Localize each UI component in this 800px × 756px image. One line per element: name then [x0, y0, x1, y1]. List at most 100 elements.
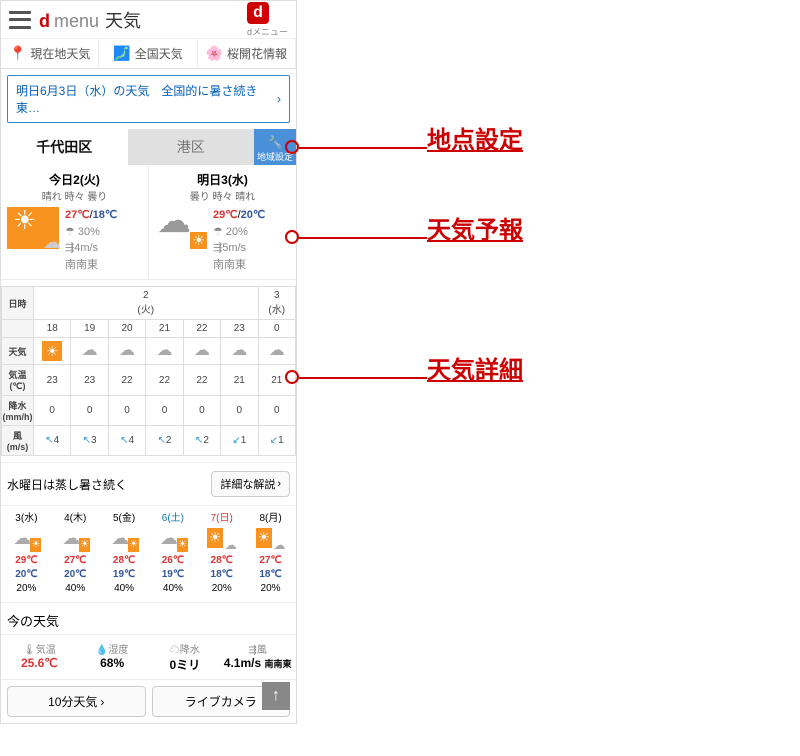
news-banner[interactable]: 明日6月3日（水）の天気 全国的に暑さ続き東… ›: [7, 75, 290, 123]
tomorrow-title: 明日3(水): [155, 171, 290, 188]
detail-btn-label: 詳細な解説: [220, 476, 275, 492]
week-pop: 40%: [149, 582, 196, 596]
app-logo: dmenu 天気: [39, 7, 141, 33]
week-hi: 29℃: [3, 554, 50, 568]
cloudy-icon: [155, 207, 207, 249]
wind-arrow-icon: ↙: [232, 435, 240, 446]
sakura-icon: 🌸: [206, 45, 223, 62]
chevron-right-icon: ›: [100, 695, 104, 709]
live-camera-label: ライブカメラ: [185, 693, 257, 710]
wind-cell: 1: [278, 435, 284, 446]
now-temp-val: 25.6℃: [3, 656, 76, 670]
week-pop: 20%: [247, 582, 294, 596]
hour-cell: 18: [34, 320, 71, 338]
wind-arrow-icon: ↙: [270, 435, 278, 446]
rain-cell: 0: [146, 396, 183, 426]
banner-text: 明日6月3日（水）の天気 全国的に暑さ続き東…: [16, 82, 277, 116]
cloud-icon: ☁: [117, 341, 137, 361]
weather-icon: [60, 528, 90, 552]
dmenu-badge[interactable]: d dメニュー: [247, 2, 288, 38]
hour-cell: 23: [221, 320, 258, 338]
week-date: 5(金): [101, 512, 148, 526]
week-lo: 20℃: [52, 568, 99, 582]
hour-cell: 20: [108, 320, 145, 338]
week-day[interactable]: 3(水) 29℃ 20℃ 20%: [3, 512, 50, 596]
tab-sakura[interactable]: 🌸桜開花情報: [198, 39, 296, 68]
week-hi: 27℃: [52, 554, 99, 568]
today-desc: 晴れ 時々 曇り: [7, 188, 142, 203]
cloud-icon: ☁: [267, 341, 287, 361]
logo-menu: menu: [54, 11, 99, 32]
wind-cell: 4: [54, 435, 60, 446]
today-hi: 27℃: [65, 209, 90, 221]
hour-cell: 0: [258, 320, 295, 338]
temp-cell: 23: [71, 365, 108, 396]
week-lo: 20℃: [3, 568, 50, 582]
date-cell: 2 (火): [34, 287, 259, 320]
now-temp: 🌡気温25.6℃: [3, 641, 76, 673]
now-rain-label: 降水: [180, 645, 200, 656]
week-pop: 20%: [198, 582, 245, 596]
week-day[interactable]: 4(木) 27℃ 20℃ 40%: [52, 512, 99, 596]
week-date: 7(日): [198, 512, 245, 526]
annotation-detail: 天気詳細: [427, 350, 800, 385]
wind-cell: 4: [128, 435, 134, 446]
hourly-table: 日時 2 (火) 3 (水) 1819202122230 天気 ☀ ☁☁☁☁☁☁…: [1, 286, 296, 456]
now-humidity: 💧湿度68%: [76, 641, 149, 673]
wind-cell: 2: [203, 435, 209, 446]
summary-text: 水曜日は蒸し暑さ続く: [7, 476, 127, 493]
weather-icon: [256, 528, 286, 552]
now-hum-val: 68%: [76, 656, 149, 670]
detail-commentary-button[interactable]: 詳細な解説 ›: [211, 471, 290, 497]
callout-line: [299, 377, 427, 379]
week-date: 6(土): [149, 512, 196, 526]
dmenu-badge-label: dメニュー: [247, 25, 288, 38]
scroll-top-button[interactable]: ↑: [262, 682, 290, 710]
tomorrow-dir: 南南東: [213, 259, 246, 271]
week-day[interactable]: 6(土) 26℃ 19℃ 40%: [149, 512, 196, 596]
now-wind-dir: 南南東: [264, 659, 291, 669]
today-stats: 27℃/18℃ ☂ 30% ⇶4m/s南南東: [65, 207, 142, 273]
location-tab-chiyoda[interactable]: 千代田区: [1, 129, 128, 165]
row-hours: 1819202122230: [2, 320, 296, 338]
rain-cell: 0: [221, 396, 258, 426]
wind-cell: 3: [91, 435, 97, 446]
week-date: 4(木): [52, 512, 99, 526]
wind-arrow-icon: ↖: [45, 435, 53, 446]
now-hum-label: 湿度: [108, 645, 128, 656]
menu-icon[interactable]: [9, 11, 31, 29]
now-wind: ⇶風4.1m/s 南南東: [221, 641, 294, 673]
today-card[interactable]: 今日2(火) 晴れ 時々 曇り 27℃/18℃ ☂ 30% ⇶4m/s南南東: [1, 165, 149, 279]
rowlabel-temp: 気温 (℃): [2, 365, 34, 396]
tomorrow-wind: 5m/s: [222, 242, 246, 254]
hour-cell: 19: [71, 320, 108, 338]
row-rain: 降水 (mm/h) 0000000: [2, 396, 296, 426]
wind-arrow-icon: ↖: [83, 435, 91, 446]
wind-arrow-icon: ↖: [158, 435, 166, 446]
annotation-panel: 地点設定 天気予報 天気詳細: [297, 0, 800, 724]
location-tab-minato[interactable]: 港区: [128, 129, 255, 165]
week-day[interactable]: 8(月) 27℃ 18℃ 20%: [247, 512, 294, 596]
app-header: dmenu 天気 d dメニュー: [1, 1, 296, 39]
temp-cell: 22: [183, 365, 220, 396]
rowlabel-wind: 風 (m/s): [2, 426, 34, 456]
tomorrow-card[interactable]: 明日3(水) 曇り 時々 晴れ 29℃/20℃ ☂ 20% ⇶5m/s南南東: [149, 165, 296, 279]
callout-dot: [285, 370, 299, 384]
week-day[interactable]: 7(日) 28℃ 18℃ 20%: [198, 512, 245, 596]
hour-cell: 21: [146, 320, 183, 338]
ten-minute-button[interactable]: 10分天気 ›: [7, 686, 146, 717]
ten-minute-label: 10分天気: [48, 693, 97, 710]
tab-national[interactable]: 🗾全国天気: [99, 39, 197, 68]
weather-icon: [207, 528, 237, 552]
logo-d: d: [39, 11, 50, 32]
tab-current-location[interactable]: 📍現在地天気: [1, 39, 99, 68]
weather-icon: [11, 528, 41, 552]
temp-cell: 22: [146, 365, 183, 396]
now-wind-label: 風: [257, 645, 267, 656]
dmenu-badge-icon: d: [247, 2, 269, 24]
week-lo: 19℃: [101, 568, 148, 582]
week-day[interactable]: 5(金) 28℃ 19℃ 40%: [101, 512, 148, 596]
tomorrow-lo: 20℃: [241, 209, 266, 221]
rain-cell: 0: [108, 396, 145, 426]
tab-label: 全国天気: [135, 45, 183, 62]
